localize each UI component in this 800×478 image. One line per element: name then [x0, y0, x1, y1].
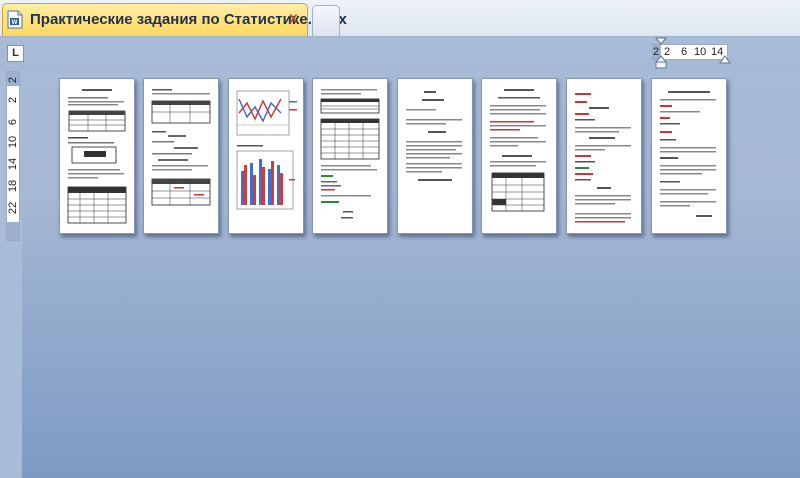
document-canvas[interactable] — [22, 70, 800, 478]
ruler-tick: 6 — [681, 46, 688, 58]
ruler-tick: 10 — [694, 46, 707, 58]
vertical-ruler[interactable]: 2 2 6 10 14 18 22 — [6, 71, 20, 241]
ruler-tick: 22 — [7, 201, 19, 215]
page-thumbnail-4[interactable] — [312, 78, 388, 234]
ruler-tick: 10 — [7, 135, 19, 149]
page-content-preview — [575, 93, 631, 223]
page-content-preview — [236, 90, 297, 210]
page-thumbnail-8[interactable] — [651, 78, 727, 234]
ruler-tick: 18 — [7, 179, 19, 193]
document-tab-bar: W Практические задания по Статистике.doc… — [0, 0, 800, 37]
word-document-icon: W — [7, 10, 23, 29]
new-tab-button[interactable] — [312, 5, 340, 36]
svg-text:W: W — [12, 20, 18, 26]
page-thumbnail-6[interactable] — [481, 78, 557, 234]
page-content-preview — [660, 91, 716, 217]
document-tab-title: Практические задания по Статистике.docx — [30, 11, 347, 28]
ruler-margin-zone — [7, 222, 19, 240]
tab-stop-selector-button[interactable]: L — [7, 45, 24, 62]
ruler-tick: 14 — [7, 157, 19, 171]
ruler-tick: 6 — [7, 118, 19, 126]
page-content-preview — [406, 91, 462, 181]
page-thumbnail-2[interactable] — [143, 78, 219, 234]
page-thumbnail-1[interactable] — [59, 78, 135, 234]
page-thumbnail-7[interactable] — [566, 78, 642, 234]
ruler-tick: 2 — [7, 96, 19, 104]
page-thumbnail-5[interactable] — [397, 78, 473, 234]
page-content-preview — [320, 89, 380, 219]
page-content-preview — [151, 89, 211, 206]
page-content-preview — [490, 89, 546, 212]
right-indent-marker-icon[interactable] — [719, 55, 731, 65]
first-line-indent-marker-icon[interactable] — [655, 37, 667, 71]
document-tab[interactable]: W Практические задания по Статистике.doc… — [2, 3, 347, 36]
ruler-tick: 2 — [7, 76, 19, 84]
page-thumbnail-3[interactable] — [228, 78, 304, 234]
page-content-preview — [67, 89, 127, 224]
close-tab-button[interactable]: x — [289, 10, 298, 28]
